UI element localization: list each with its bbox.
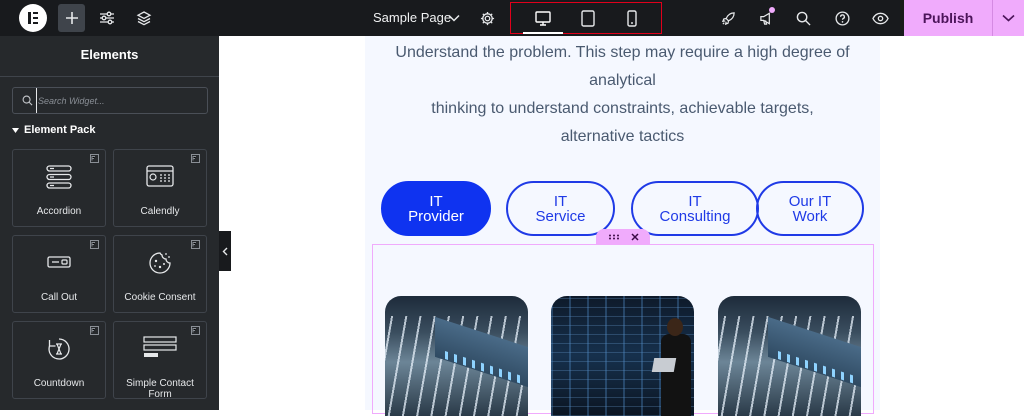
section-handle[interactable] [596,229,650,245]
tab-line: Our IT [788,192,832,210]
search-box [12,87,208,114]
chevron-left-icon [222,247,228,255]
search-widget-input[interactable] [36,88,204,113]
pro-badge-icon [90,326,99,335]
widget-label: Accordion [36,206,82,217]
tab-line: Service [535,207,586,225]
mobile-icon [627,9,637,27]
divider [0,76,219,77]
help-button[interactable] [832,4,852,32]
gear-icon [480,11,494,25]
intro-line: analytical [589,72,656,89]
countdown-icon [48,338,70,360]
chevron-down-icon [448,14,460,22]
cookie-icon [149,252,171,274]
desktop-view-button[interactable] [520,3,566,34]
tab-line: IT [688,192,702,210]
site-settings-button[interactable] [96,4,118,32]
tab-line: Work [792,207,828,225]
widget-label: Calendly [140,206,180,217]
structure-button[interactable] [133,4,155,32]
tab-line: Provider [408,207,464,225]
search-icon [796,11,811,26]
notification-badge [769,7,775,13]
server-cables-image [718,296,861,416]
pro-badge-icon [191,240,200,249]
pro-badge-icon [191,326,200,335]
search-icon [22,95,33,106]
rocket-icon [721,11,735,25]
help-icon [834,10,850,26]
tablet-view-button[interactable] [565,3,611,33]
connect-button[interactable] [718,4,738,32]
drag-handle-icon[interactable] [608,234,620,240]
element-pack-section-toggle[interactable]: Element Pack [12,124,96,136]
widget-accordion[interactable]: Accordion [12,149,106,227]
widget-label: Simple Contact Form [126,378,194,400]
widget-cookie-consent[interactable]: Cookie Consent [113,235,207,313]
widget-label: Call Out [40,292,78,303]
eye-icon [871,12,889,24]
top-toolbar: Sample Page Publish [0,0,1024,36]
caret-down-icon [12,127,19,133]
page-settings-button[interactable] [478,4,496,32]
call-out-icon [47,256,71,268]
page-dropdown-toggle[interactable] [446,4,462,32]
server-cables-image [385,296,528,416]
intro-line: thinking to understand constraints, achi… [431,100,814,117]
tab-line: IT [429,192,443,210]
pro-badge-icon [90,154,99,163]
tab-our-it-work[interactable]: Our IT Work [756,181,864,236]
chevron-down-icon [1002,14,1015,22]
add-element-button[interactable] [58,4,85,32]
widget-countdown[interactable]: Countdown [12,321,106,399]
responsive-mode-switcher [510,2,662,34]
tab-it-provider[interactable]: IT Provider [381,181,491,236]
widget-label: Countdown [33,378,85,389]
tab-it-consulting[interactable]: IT Consulting [631,181,759,236]
widget-label: Cookie Consent [124,292,196,303]
add-icon [65,12,78,24]
close-icon[interactable] [630,233,639,241]
widget-calendly[interactable]: Calendly [113,149,207,227]
publish-options-button[interactable] [992,0,1024,36]
widget-simple-contact-form[interactable]: Simple Contact Form [113,321,207,400]
tablet-icon [581,9,595,27]
sliders-icon [100,11,114,25]
intro-line: alternative tactics [560,128,685,145]
desktop-icon [535,10,551,26]
datacenter-technician-image [551,296,694,416]
publish-button[interactable]: Publish [904,0,992,36]
widget-call-out[interactable]: Call Out [12,235,106,313]
tab-line: Consulting [659,207,731,225]
mobile-view-button[interactable] [609,3,655,33]
accordion-icon [46,165,72,189]
elements-panel: Elements Element Pack Accordion Calendly… [0,36,219,410]
page-title[interactable]: Sample Page [373,10,451,25]
intro-line: Understand the problem. This step may re… [395,44,850,61]
pro-badge-icon [90,240,99,249]
intro-text: Understand the problem. This step may re… [365,39,880,151]
collapse-panel-button[interactable] [219,231,231,271]
section-title: Element Pack [24,124,96,136]
pro-badge-icon [191,154,200,163]
preview-button[interactable] [869,4,891,32]
contact-form-icon [143,336,177,357]
panel-title: Elements [80,47,139,62]
calendly-icon [146,165,174,187]
layers-icon [136,11,152,26]
elementor-logo-icon[interactable] [19,4,47,32]
finder-button[interactable] [793,4,813,32]
tab-line: IT [553,192,568,210]
tab-it-service[interactable]: IT Service [506,181,615,236]
